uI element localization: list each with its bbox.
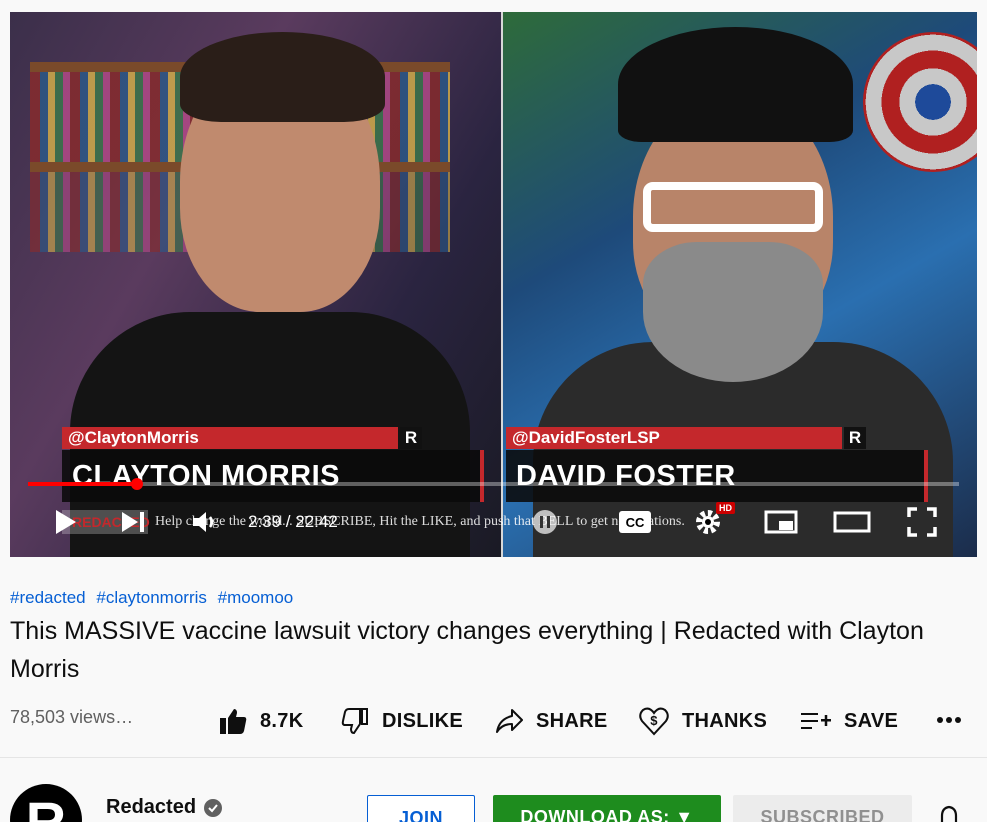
next-button[interactable] xyxy=(116,502,150,542)
save-playlist-icon xyxy=(801,713,831,729)
thanks-button[interactable]: $ THANKS xyxy=(638,703,767,739)
notification-bell-button[interactable] xyxy=(934,804,964,822)
save-label: SAVE xyxy=(844,709,899,732)
more-actions-button[interactable] xyxy=(934,705,964,735)
seek-bar-played xyxy=(28,482,137,486)
ticker-text: Help change the world... SUBSCRIBE, Hit … xyxy=(155,514,685,529)
right-host-beard xyxy=(643,242,823,382)
right-r-badge: R xyxy=(844,427,866,449)
share-label: SHARE xyxy=(536,709,608,732)
hashtag-link[interactable]: #redacted xyxy=(10,588,86,607)
pause-toggle-icon xyxy=(533,510,557,534)
avatar-letter: R xyxy=(25,790,67,822)
play-button[interactable] xyxy=(48,502,84,542)
hashtag-link[interactable]: #claytonmorris xyxy=(96,588,207,607)
left-host-hair xyxy=(180,32,385,122)
play-icon xyxy=(56,510,76,534)
player-controls: REDACTED Help change the world... SUBSCR… xyxy=(10,502,977,542)
right-handle-label: @DavidFosterLSP xyxy=(506,427,842,449)
miniplayer-button[interactable] xyxy=(762,502,800,542)
join-button[interactable]: JOIN xyxy=(367,795,475,822)
fullscreen-icon xyxy=(907,507,937,537)
view-count[interactable]: 78,503 views… xyxy=(10,707,133,728)
hashtag-link[interactable]: #moomoo xyxy=(218,588,294,607)
dislike-button[interactable]: DISLIKE xyxy=(340,703,463,739)
volume-button[interactable] xyxy=(188,502,222,542)
shield-decoration xyxy=(863,32,977,172)
captions-button[interactable]: CC xyxy=(616,502,654,542)
thumbs-up-icon xyxy=(220,709,247,734)
channel-name-text: Redacted xyxy=(106,796,197,818)
thumbs-down-icon xyxy=(341,708,368,735)
next-icon xyxy=(122,512,144,532)
cc-icon: CC xyxy=(619,511,651,533)
right-name-label: DAVID FOSTER xyxy=(506,450,928,502)
time-display: 2:39 / 22:42 xyxy=(248,512,338,531)
svg-text:CC: CC xyxy=(626,515,645,530)
volume-icon xyxy=(193,512,214,532)
theater-icon xyxy=(833,511,871,533)
pane-divider xyxy=(501,12,503,557)
like-count: 8.7K xyxy=(260,709,304,732)
dislike-label: DISLIKE xyxy=(382,709,463,732)
verified-icon xyxy=(204,798,223,817)
hashtag-list: #redacted #claytonmorris #moomoo xyxy=(10,588,299,608)
autoplay-toggle[interactable] xyxy=(530,502,560,542)
hd-badge: HD xyxy=(716,502,735,514)
thanks-label: THANKS xyxy=(682,709,768,732)
share-button[interactable]: SHARE xyxy=(494,703,608,739)
video-title: This MASSIVE vaccine lawsuit victory cha… xyxy=(10,617,924,683)
share-icon xyxy=(496,709,523,733)
seek-bar[interactable] xyxy=(28,478,959,490)
seek-bar-knob[interactable] xyxy=(130,478,143,490)
right-host-glasses xyxy=(643,182,823,232)
left-name-label: CLAYTON MORRIS xyxy=(62,450,484,502)
svg-text:$: $ xyxy=(650,713,658,728)
like-button[interactable]: 8.7K xyxy=(218,703,303,739)
more-icon xyxy=(937,717,961,723)
section-divider xyxy=(0,757,987,758)
save-button[interactable]: SAVE xyxy=(800,703,898,739)
bell-icon xyxy=(940,805,958,822)
right-host-cap xyxy=(618,27,853,142)
left-handle-label: @ClaytonMorris xyxy=(62,427,398,449)
channel-name[interactable]: Redacted xyxy=(106,796,223,819)
video-player[interactable]: @ClaytonMorris R CLAYTON MORRIS @DavidFo… xyxy=(10,12,977,557)
video-watch-page: @ClaytonMorris R CLAYTON MORRIS @DavidFo… xyxy=(0,0,987,822)
download-button[interactable]: DOWNLOAD AS: ▼ xyxy=(493,795,721,822)
subscribed-button[interactable]: SUBSCRIBED xyxy=(733,795,912,822)
fullscreen-button[interactable] xyxy=(904,502,940,542)
channel-avatar[interactable]: R xyxy=(10,784,82,822)
theater-mode-button[interactable] xyxy=(832,502,872,542)
thanks-icon: $ xyxy=(639,707,669,736)
miniplayer-icon xyxy=(764,510,798,534)
left-r-badge: R xyxy=(400,427,422,449)
